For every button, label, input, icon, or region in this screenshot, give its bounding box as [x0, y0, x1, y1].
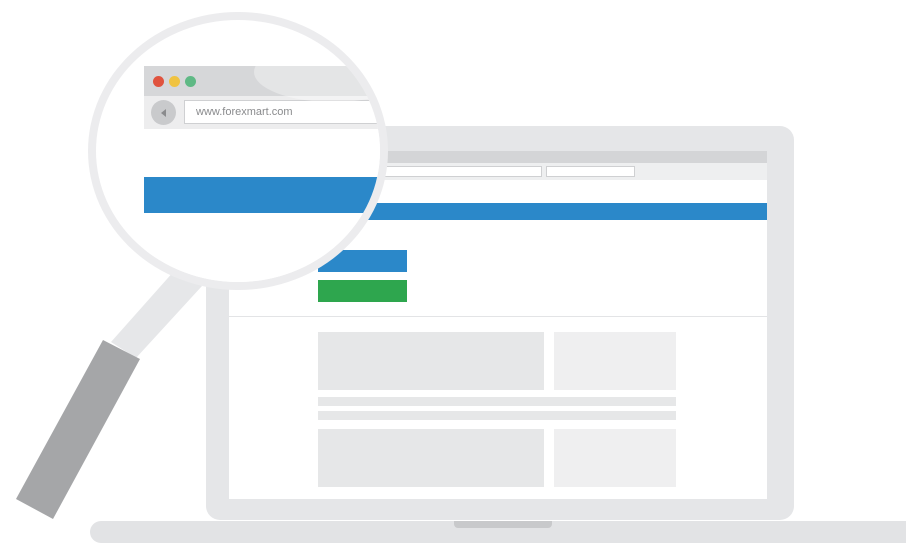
- back-button[interactable]: [151, 100, 176, 125]
- content-block: [318, 332, 544, 390]
- handle-neck: [111, 270, 202, 358]
- green-button[interactable]: [318, 280, 407, 302]
- zoomed-address-bar[interactable]: www.forexmart.com: [184, 100, 380, 124]
- handle-grip: [16, 340, 140, 519]
- search-bar[interactable]: [546, 166, 635, 177]
- back-arrow-icon: [160, 108, 166, 117]
- close-dot[interactable]: [153, 76, 164, 87]
- content-block: [318, 429, 544, 487]
- divider: [229, 316, 767, 317]
- text-line-placeholder: [318, 397, 676, 406]
- text-line-placeholder: [318, 411, 676, 420]
- content-block: [554, 429, 676, 487]
- magnifier-lens: www.forexmart.com: [96, 20, 380, 282]
- address-bar[interactable]: [379, 166, 542, 177]
- content-block: [554, 332, 676, 390]
- zoomed-nav-bar: [144, 177, 380, 213]
- minimize-dot[interactable]: [169, 76, 180, 87]
- maximize-dot[interactable]: [185, 76, 196, 87]
- laptop-notch: [454, 521, 552, 528]
